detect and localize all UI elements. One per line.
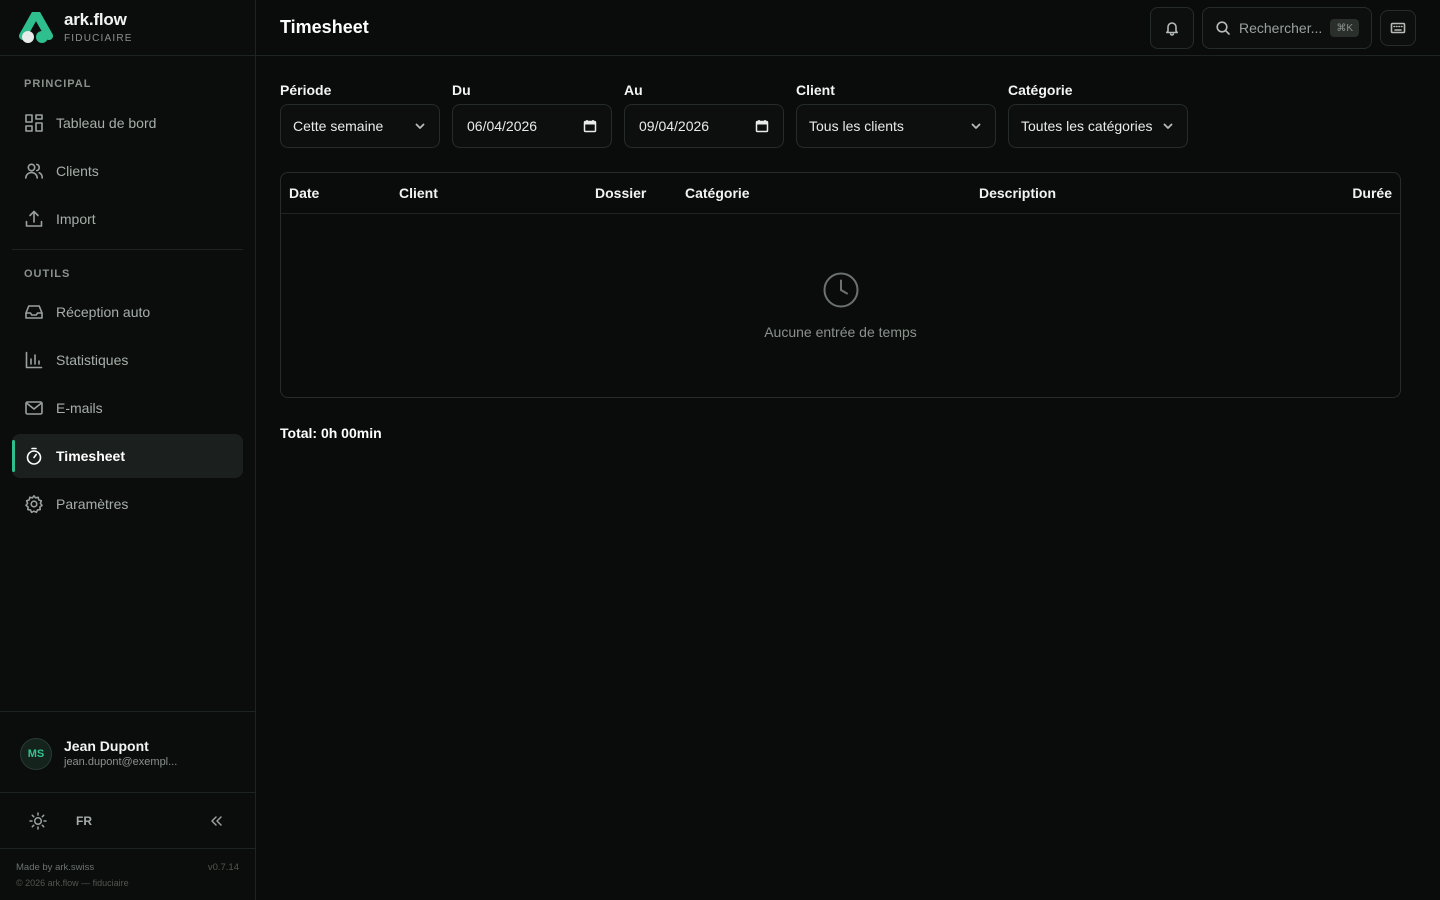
- preferences-bar: FR: [0, 793, 255, 849]
- gear-icon: [24, 494, 44, 514]
- search-icon: [1215, 20, 1231, 36]
- dashboard-icon: [24, 113, 44, 133]
- chevron-down-icon: [1161, 119, 1175, 133]
- footer-made-by: Made by ark.swiss: [16, 862, 95, 873]
- section-label-principal: PRINCIPAL: [24, 78, 92, 90]
- search-button[interactable]: Rechercher... ⌘K: [1202, 7, 1372, 49]
- client-filter-value: Tous les clients: [809, 118, 904, 134]
- sidebar-item-dashboard[interactable]: Tableau de bord: [12, 101, 243, 145]
- page-title: Timesheet: [280, 17, 369, 37]
- brand-name: ark.flow: [64, 10, 127, 29]
- sidebar-item-import[interactable]: Import: [12, 197, 243, 241]
- total-duration: Total: 0h 00min: [280, 425, 382, 441]
- from-date-value: 06/04/2026: [467, 118, 538, 134]
- search-placeholder: Rechercher...: [1239, 20, 1323, 36]
- column-header-date[interactable]: Date: [289, 185, 319, 201]
- top-bar: Timesheet Rechercher... ⌘K: [256, 0, 1440, 56]
- sidebar-item-label: Réception auto: [56, 304, 151, 320]
- sidebar-item-label: Statistiques: [56, 352, 129, 368]
- theme-toggle-sun-icon[interactable]: [28, 811, 48, 831]
- column-header-dossier[interactable]: Dossier: [595, 185, 646, 201]
- upload-icon: [24, 209, 44, 229]
- client-filter-label: Client: [796, 82, 835, 98]
- timesheet-table: Date Client Dossier Catégorie Descriptio…: [280, 172, 1401, 398]
- footer-copyright: © 2026 ark.flow — fiduciaire: [16, 878, 129, 888]
- empty-state-message: Aucune entrée de temps: [764, 324, 917, 340]
- notifications-button[interactable]: [1150, 7, 1194, 49]
- column-header-description[interactable]: Description: [979, 185, 1056, 201]
- app-version: v0.7.14: [207, 862, 239, 873]
- client-select[interactable]: Tous les clients: [796, 104, 996, 148]
- brand[interactable]: ark.flow FIDUCIAIRE: [0, 0, 255, 56]
- column-header-duree[interactable]: Durée: [1352, 185, 1392, 201]
- table-header: Date Client Dossier Catégorie Descriptio…: [281, 173, 1400, 214]
- sidebar-item-label: E-mails: [56, 400, 103, 416]
- period-select[interactable]: Cette semaine: [280, 104, 440, 148]
- calendar-icon[interactable]: [583, 119, 597, 133]
- calendar-icon[interactable]: [755, 119, 769, 133]
- sidebar-item-label: Paramètres: [56, 496, 129, 512]
- sidebar-item-label: Import: [56, 211, 96, 227]
- stopwatch-icon: [24, 446, 44, 466]
- period-label: Période: [280, 82, 332, 98]
- brand-subtitle: FIDUCIAIRE: [64, 33, 133, 44]
- column-header-categorie[interactable]: Catégorie: [685, 185, 750, 201]
- language-switch[interactable]: FR: [76, 814, 92, 828]
- chevron-down-icon: [413, 119, 427, 133]
- sidebar-item-statistiques[interactable]: Statistiques: [12, 338, 243, 382]
- to-date-input[interactable]: 09/04/2026: [624, 104, 784, 148]
- sidebar-divider: [12, 249, 243, 250]
- to-date-value: 09/04/2026: [639, 118, 710, 134]
- category-filter-label: Catégorie: [1008, 82, 1073, 98]
- ark-flow-logo-icon: [19, 9, 53, 44]
- users-icon: [24, 161, 44, 181]
- bar-chart-icon: [24, 350, 44, 370]
- user-profile[interactable]: MS Jean Dupont jean.dupont@exempl...: [0, 711, 255, 793]
- inbox-icon: [24, 302, 44, 322]
- to-date-label: Au: [624, 82, 643, 98]
- sidebar: ark.flow FIDUCIAIRE PRINCIPAL Tableau de…: [0, 0, 256, 900]
- keyboard-icon: [1390, 20, 1406, 36]
- category-select[interactable]: Toutes les catégories: [1008, 104, 1188, 148]
- period-value: Cette semaine: [293, 118, 384, 134]
- sidebar-item-timesheet[interactable]: Timesheet: [12, 434, 243, 478]
- sidebar-item-parametres[interactable]: Paramètres: [12, 482, 243, 526]
- user-name: Jean Dupont: [64, 738, 149, 754]
- keyboard-shortcuts-button[interactable]: [1380, 10, 1416, 46]
- sidebar-item-clients[interactable]: Clients: [12, 149, 243, 193]
- sidebar-item-emails[interactable]: E-mails: [12, 386, 243, 430]
- section-label-outils: OUTILS: [24, 268, 71, 280]
- sidebar-item-label: Timesheet: [56, 448, 125, 464]
- chevron-down-icon: [969, 119, 983, 133]
- from-date-input[interactable]: 06/04/2026: [452, 104, 612, 148]
- bell-icon: [1164, 20, 1180, 36]
- search-shortcut: ⌘K: [1330, 19, 1359, 37]
- sidebar-item-reception-auto[interactable]: Réception auto: [12, 290, 243, 334]
- avatar: MS: [20, 738, 52, 770]
- mail-icon: [24, 398, 44, 418]
- from-date-label: Du: [452, 82, 471, 98]
- user-email: jean.dupont@exempl...: [64, 756, 178, 768]
- clock-icon: [822, 271, 860, 309]
- category-filter-value: Toutes les catégories: [1021, 118, 1153, 134]
- sidebar-item-label: Tableau de bord: [56, 115, 157, 131]
- collapse-sidebar-icon[interactable]: [206, 811, 226, 831]
- sidebar-item-label: Clients: [56, 163, 99, 179]
- column-header-client[interactable]: Client: [399, 185, 438, 201]
